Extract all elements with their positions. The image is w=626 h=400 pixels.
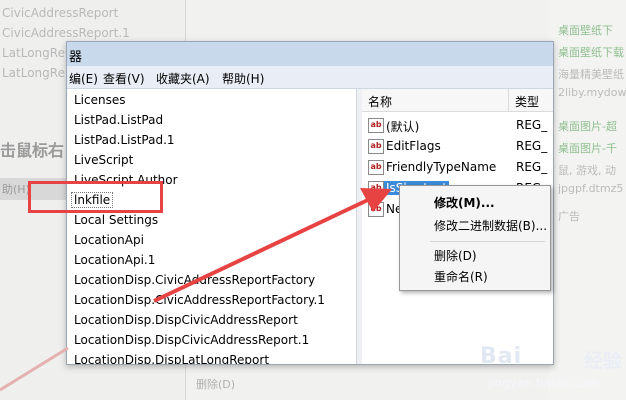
bg-ad-row: 桌面图片-超 [558, 120, 617, 133]
menu-edit[interactable]: 编(E) [69, 70, 98, 87]
tree-item[interactable]: LiveScript [74, 153, 133, 167]
string-value-icon: ab [368, 139, 384, 154]
column-name-header[interactable]: 名称 [362, 89, 509, 112]
watermark-logo-text: 经验 [584, 350, 623, 372]
key-tree[interactable]: Licenses ListPad.ListPad ListPad.ListPad… [68, 89, 355, 364]
bg-ad-row: 海量精美壁纸 [558, 68, 624, 81]
background-right-panel: 桌面壁纸下 桌面壁纸下载 海量精美壁纸 2liby.mydown 桌面图片-超 … [548, 0, 626, 400]
value-row[interactable]: ab FriendlyTypeName REG_ [362, 157, 553, 177]
value-row[interactable]: ab (默认) REG_ [362, 115, 553, 135]
watermark-url: jingyan.baidu.com [488, 376, 599, 390]
window-title: 器 [69, 50, 83, 65]
string-value-icon: ab [368, 181, 384, 196]
tree-item[interactable]: Licenses [74, 93, 126, 107]
bg-ad-label: 广告 [558, 210, 580, 223]
bg-ad-row: 桌面壁纸下 [558, 24, 613, 37]
tree-item[interactable]: ListPad.ListPad.1 [74, 133, 175, 147]
string-value-icon: ab [368, 160, 384, 175]
value-name: (默认) [386, 120, 420, 134]
menu-item-modify-binary[interactable]: 修改二进制数据(B)... [434, 217, 547, 234]
value-type: REG_ [516, 118, 548, 132]
bg-heading: 击鼠标右 [0, 141, 65, 160]
value-name: FriendlyTypeName [386, 160, 497, 174]
string-value-icon: ab [368, 118, 384, 133]
tree-item[interactable]: LocationDisp.CivicAddressReportFactory.1 [74, 293, 325, 307]
context-menu: 修改(M)... 修改二进制数据(B)... 删除(D) 重命名(R) [399, 185, 551, 291]
bg-ad-row: jpgpf.dtmz5 [558, 182, 624, 195]
menu-item-delete[interactable]: 删除(D) [434, 247, 477, 264]
menu-item-rename[interactable]: 重命名(R) [434, 268, 488, 285]
value-name: EditFlags [386, 139, 441, 153]
value-type: REG_ [516, 160, 548, 174]
column-name-label: 名称 [368, 95, 393, 109]
value-row[interactable]: ab EditFlags REG_ [362, 136, 553, 156]
tree-item[interactable]: LocationDisp.DispCivicAddressReport.1 [74, 333, 309, 347]
tree-item[interactable]: Local Settings [74, 213, 158, 227]
baidu-watermark: Bai 经验 jingyan.baidu.com [480, 344, 624, 398]
menu-separator [430, 241, 545, 242]
title-bar[interactable]: 器 [67, 42, 553, 66]
menu-bar: 编(E) 查看(V) 收藏夹(A) 帮助(H) [67, 66, 553, 89]
tree-item[interactable]: LocationDisp.CivicAddressReportFactory [74, 273, 315, 287]
tree-item[interactable]: ListPad.ListPad [74, 113, 163, 127]
bg-bar-label: 助(H) [2, 183, 30, 196]
bg-row: CivicAddressReport [2, 6, 119, 20]
bg-bottom-text: 删除(D) [196, 378, 236, 391]
column-type-label: 类型 [515, 95, 540, 109]
menu-help[interactable]: 帮助(H) [222, 70, 264, 87]
bg-ad-row: 桌面壁纸下载 [558, 46, 624, 59]
tree-item[interactable]: LocationApi [74, 233, 144, 247]
menu-favorites[interactable]: 收藏夹(A) [156, 70, 210, 87]
bg-ad-row: 桌面图片-千 [558, 142, 617, 155]
highlight-box [28, 181, 163, 213]
bg-ad-row: 2liby.mydown [558, 86, 626, 99]
value-type: REG_ [516, 139, 548, 153]
bg-row: CivicAddressReport.1 [2, 26, 130, 40]
tree-item[interactable]: LocationDisp.DispLatLongReport [74, 353, 269, 364]
tree-item[interactable]: LocationDisp.DispCivicAddressReport [74, 313, 298, 327]
menu-item-modify[interactable]: 修改(M)... [434, 194, 495, 211]
string-value-icon: ab [368, 202, 384, 217]
tree-item[interactable]: LocationApi.1 [74, 253, 155, 267]
watermark-logo: Bai [480, 344, 523, 369]
menu-view[interactable]: 查看(V) [103, 70, 145, 87]
column-type-header[interactable]: 类型 [509, 89, 553, 112]
bg-ad-row: 鼠, 游戏, 动 [558, 164, 616, 177]
